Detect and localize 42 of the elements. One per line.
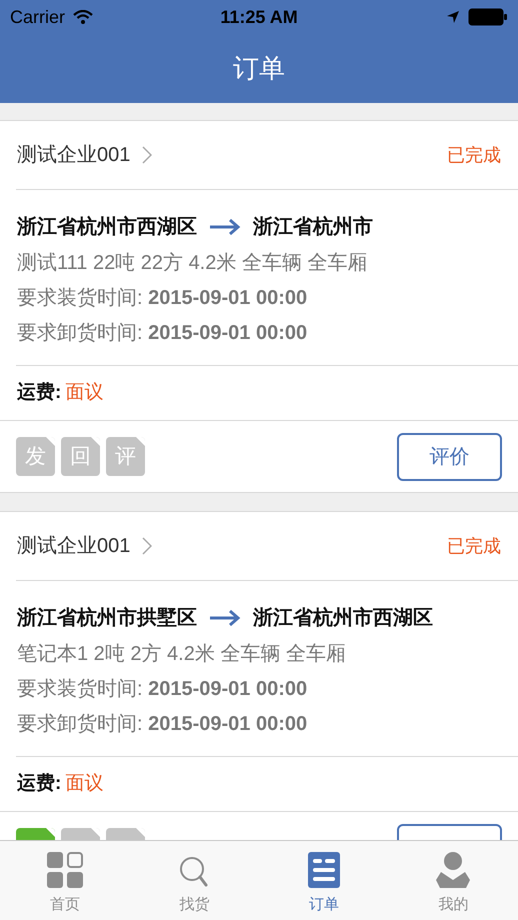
origin-address: 浙江省杭州市西湖区 (17, 214, 197, 240)
document-badge[interactable]: 评 (106, 437, 145, 476)
order-status: 已完成 (447, 144, 501, 166)
order-status: 已完成 (447, 534, 501, 558)
tab-item[interactable]: 首页 (0, 841, 130, 920)
list-icon (308, 852, 340, 888)
order-card[interactable]: 测试企业001 已完成 浙江省杭州市拱墅区 浙江省杭州市西湖区 笔记本1 2吨 2方 4.2米 全车辆 全车厢 要求装货时间: 2015-09-01 00:00 要求卸货时间: 2015-09-01 00:00 运费: 面议 (0, 511, 518, 840)
fee-value: 面议 (65, 380, 104, 405)
document-badge[interactable]: 发 (16, 437, 55, 476)
destination-address: 浙江省杭州市西湖区 (253, 606, 433, 631)
loading-time: 要求装货时间: 2015-09-01 00:00 (17, 286, 308, 311)
origin-address: 浙江省杭州市拱墅区 (17, 606, 197, 631)
clock-time: 11:25 AM (220, 6, 298, 28)
chevron-right-icon (142, 146, 152, 164)
tab-item[interactable]: 我的 (388, 841, 518, 920)
search-icon (179, 856, 210, 888)
cargo-details: 测试111 22吨 22方 4.2米 全车辆 全车厢 (17, 251, 368, 276)
user-icon (436, 852, 470, 888)
arrow-right-icon (209, 218, 241, 236)
tab-item[interactable]: 找货 (130, 841, 259, 920)
cargo-details: 笔记本1 2吨 2方 4.2米 全车辆 全车厢 (17, 642, 347, 667)
fee-label: 运费: (17, 772, 62, 796)
company-name: 测试企业001 (17, 143, 130, 168)
loading-time: 要求装货时间: 2015-09-01 00:00 (17, 677, 308, 702)
company-name: 测试企业001 (17, 534, 130, 559)
chevron-right-icon (142, 537, 152, 555)
tab-item[interactable]: 订单 (259, 841, 388, 920)
rate-button[interactable]: 评价 (397, 432, 502, 480)
page-title: 订单 (233, 52, 285, 85)
grid-icon (46, 852, 83, 888)
order-card[interactable]: 测试企业001 已完成 浙江省杭州市西湖区 浙江省杭州市 测试111 22吨 22方 4.2米 全车辆 全车厢 要求装货时间: 2015-09-01 00:00 要求卸货时间: 2015-09-01 00:00 运费: 面议 发 回 评 评价 (0, 120, 518, 493)
unloading-time: 要求卸货时间: 2015-09-01 00:00 (17, 321, 308, 346)
fee-label: 运费: (17, 380, 62, 405)
unloading-time: 要求卸货时间: 2015-09-01 00:00 (17, 712, 308, 737)
fee-value: 面议 (65, 772, 104, 796)
carrier-label: Carrier (10, 6, 66, 28)
document-badge[interactable]: 回 (61, 437, 100, 476)
wifi-icon (73, 10, 94, 24)
location-arrow-icon (446, 10, 460, 24)
arrow-right-icon (209, 609, 241, 627)
destination-address: 浙江省杭州市 (253, 214, 373, 240)
battery-icon (468, 8, 508, 26)
